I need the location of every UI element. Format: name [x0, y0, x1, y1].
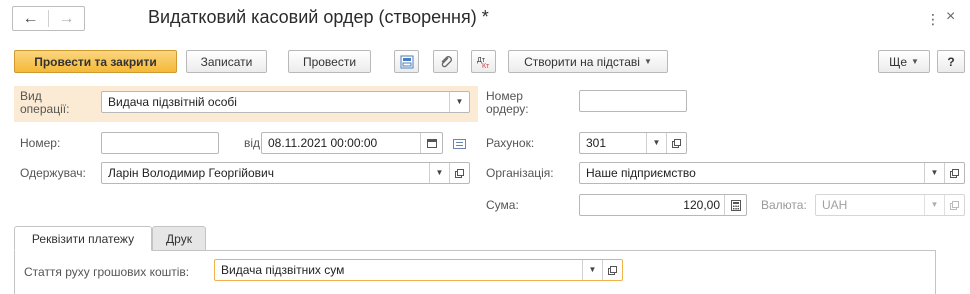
arrow-left-icon: ← [22, 9, 39, 27]
account-label: Рахунок: [486, 136, 535, 150]
organization-value: Наше підприємство [586, 166, 696, 180]
chevron-down-icon[interactable]: ▼ [924, 163, 944, 183]
tab-label: Реквізити платежу [31, 231, 135, 246]
account-select[interactable]: 301 ▼ [579, 132, 687, 154]
order-number-label: Номер ордеру: [486, 89, 529, 116]
back-button[interactable]: ← [13, 7, 48, 30]
open-icon [944, 195, 964, 215]
chevron-down-icon[interactable]: ▼ [646, 133, 666, 153]
post-label: Провести [302, 54, 357, 69]
save-button[interactable]: Записати [186, 50, 267, 73]
chevron-down-icon[interactable]: ▼ [429, 163, 449, 183]
number-input[interactable] [101, 132, 219, 154]
attach-button[interactable] [433, 50, 458, 73]
open-icon[interactable] [944, 163, 964, 183]
date-input[interactable]: 08.11.2021 00:00:00 [261, 132, 443, 154]
tab-print[interactable]: Друк [152, 226, 206, 251]
save-label: Записати [200, 54, 253, 69]
organization-select[interactable]: Наше підприємство ▼ [579, 162, 965, 184]
chevron-down-icon: ▼ [911, 57, 919, 66]
order-number-input[interactable] [579, 90, 687, 112]
currency-value: UAH [822, 198, 848, 212]
operation-value: Видача підзвітній особі [108, 95, 237, 109]
svg-text:Кт: Кт [482, 63, 490, 69]
more-label: Ще [889, 54, 907, 69]
open-icon[interactable] [449, 163, 469, 183]
tab-panel-border [935, 250, 936, 294]
structure-button[interactable] [394, 50, 419, 73]
recipient-value: Ларін Володимир Георгійович [108, 166, 274, 180]
chevron-down-icon: ▼ [924, 195, 944, 215]
tab-panel-border [14, 250, 15, 294]
debit-credit-button[interactable]: Дт Кт [471, 50, 496, 73]
forward-button[interactable]: → [49, 7, 84, 30]
currency-label: Валюта: [761, 198, 807, 212]
help-label: ? [947, 54, 955, 69]
calendar-icon [426, 139, 437, 148]
sum-label: Сума: [486, 198, 519, 212]
sum-input[interactable]: 120,00 [579, 194, 747, 216]
calendar-button[interactable] [420, 133, 442, 153]
paperclip-icon [441, 55, 452, 67]
account-value: 301 [586, 136, 607, 150]
cashflow-label: Стаття руху грошових коштів: [24, 265, 190, 279]
window-title: Видатковий касовий ордер (створення) * [148, 7, 489, 27]
post-and-close-button[interactable]: Провести та закрити [14, 50, 177, 73]
more-vertical-icon[interactable]: ⋮ [926, 11, 940, 28]
post-button[interactable]: Провести [288, 50, 371, 73]
operation-select[interactable]: Видача підзвітній особі ▼ [101, 91, 470, 113]
cashflow-select[interactable]: Видача підзвітних сум ▼ [214, 259, 623, 281]
open-icon[interactable] [602, 260, 622, 280]
sum-value: 120,00 [683, 198, 720, 212]
cashflow-value: Видача підзвітних сум [221, 263, 345, 277]
currency-select: UAH ▼ [815, 194, 965, 216]
date-value: 08.11.2021 00:00:00 [268, 136, 378, 150]
create-based-on-button[interactable]: Створити на підставі ▼ [508, 50, 668, 73]
operation-label: Вид операції: [20, 89, 70, 116]
open-icon[interactable] [666, 133, 686, 153]
organization-label: Організація: [486, 166, 554, 180]
help-button[interactable]: ? [937, 50, 965, 73]
chevron-down-icon[interactable]: ▼ [582, 260, 602, 280]
post-and-close-label: Провести та закрити [34, 54, 157, 69]
recipient-label: Одержувач: [20, 166, 86, 180]
document-structure-icon [400, 55, 413, 68]
chevron-down-icon[interactable]: ▼ [449, 92, 469, 112]
number-label: Номер: [20, 136, 61, 150]
recipient-select[interactable]: Ларін Володимир Георгійович ▼ [101, 162, 470, 184]
debit-credit-icon: Дт Кт [477, 57, 490, 69]
more-button[interactable]: Ще ▼ [878, 50, 930, 73]
close-icon[interactable]: × [946, 8, 955, 26]
history-nav: ← → [12, 6, 85, 31]
calculator-icon [730, 199, 741, 211]
chevron-down-icon: ▼ [643, 57, 652, 66]
tab-payment-details[interactable]: Реквізити платежу [14, 226, 152, 251]
arrow-right-icon: → [58, 9, 75, 27]
calculator-button[interactable] [724, 195, 746, 215]
create-based-on-label: Створити на підставі [524, 54, 640, 69]
list-icon[interactable] [453, 138, 466, 152]
tab-label: Друк [166, 231, 192, 246]
